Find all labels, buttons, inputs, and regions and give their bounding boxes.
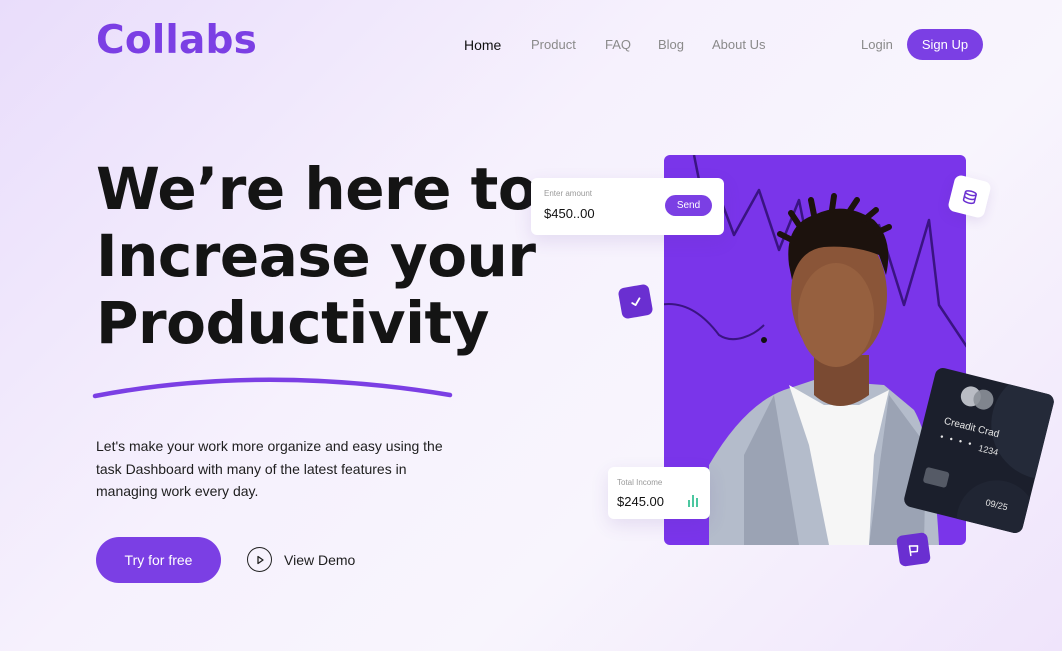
income-value: $245.00 <box>617 494 664 509</box>
brand-logo[interactable]: Collabs <box>96 18 257 63</box>
bar-chart-icon <box>688 495 698 507</box>
nav-product[interactable]: Product <box>531 37 576 52</box>
flag-icon <box>908 544 918 556</box>
nav-about-us[interactable]: About Us <box>712 37 765 52</box>
login-link[interactable]: Login <box>861 37 893 52</box>
view-demo-label[interactable]: View Demo <box>284 552 355 568</box>
hero-description: Let's make your work more organize and e… <box>96 438 443 499</box>
headline-line-2: Increase your <box>96 222 536 290</box>
nav-home[interactable]: Home <box>464 37 501 53</box>
database-icon <box>962 189 977 204</box>
flag-badge <box>895 531 932 568</box>
headline-line-3: Productivity <box>96 289 489 357</box>
headline-underline <box>92 377 453 399</box>
amount-label: Enter amount <box>544 189 593 198</box>
check-icon <box>630 296 640 306</box>
view-demo-link[interactable]: View Demo <box>247 547 355 572</box>
hero-headline: We’re here to Increase your Productivity <box>96 156 556 357</box>
try-for-free-button[interactable]: Try for free <box>96 537 221 583</box>
signup-button[interactable]: Sign Up <box>907 29 983 60</box>
nav-blog[interactable]: Blog <box>658 37 684 52</box>
play-icon[interactable] <box>247 547 272 572</box>
nav-faq[interactable]: FAQ <box>605 37 631 52</box>
income-card: Total Income $245.00 <box>608 467 710 519</box>
headline-line-1: We’re here to <box>96 155 538 223</box>
amount-card: Enter amount $450..00 Send <box>531 178 724 235</box>
income-label: Total Income <box>617 478 663 487</box>
check-badge <box>617 283 654 320</box>
send-button[interactable]: Send <box>665 195 712 216</box>
amount-input[interactable]: $450..00 <box>544 206 595 221</box>
